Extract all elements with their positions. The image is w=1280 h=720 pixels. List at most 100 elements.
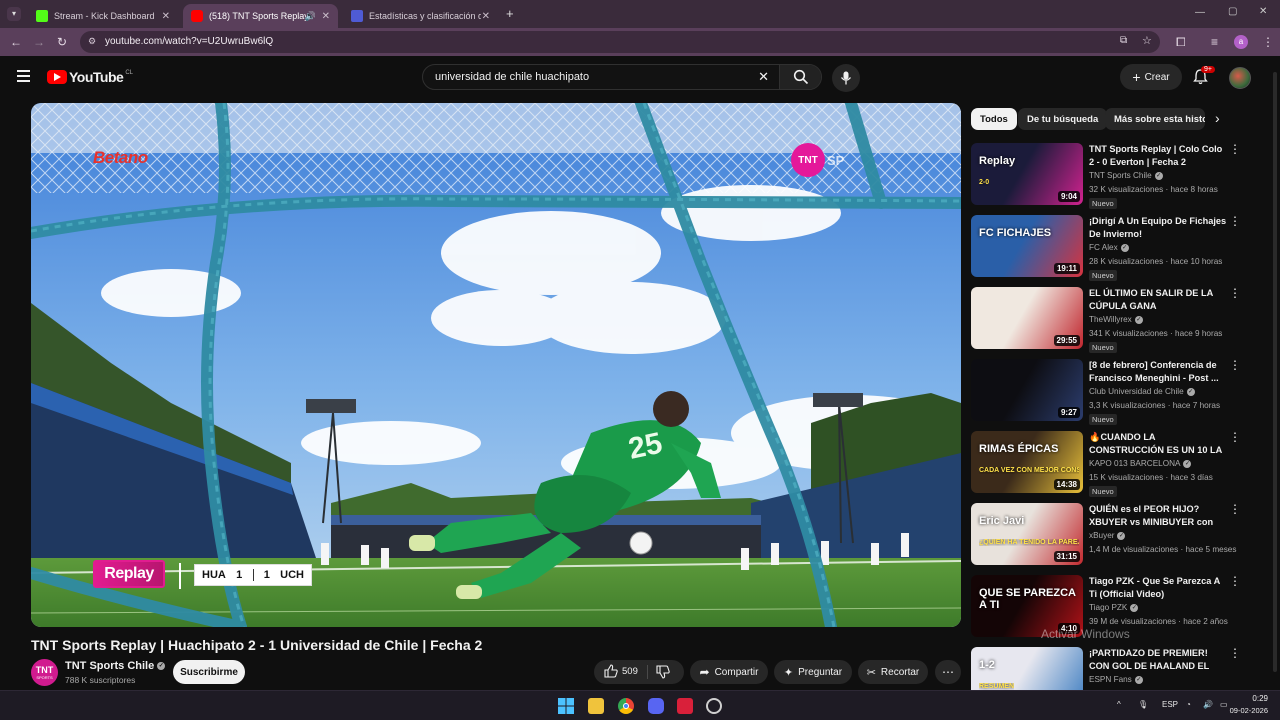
channel-avatar[interactable]: TNT SPORTS bbox=[31, 659, 58, 686]
video-thumbnail[interactable]: RIMAS ÉPICAS CADA VEZ CON MEJOR CONSTRUCC… bbox=[971, 431, 1083, 493]
chrome-icon[interactable] bbox=[618, 698, 634, 714]
subscribe-button[interactable]: Suscribirme bbox=[173, 660, 245, 684]
recommendation-channel[interactable]: ESPN Fans ✓ bbox=[1089, 675, 1143, 684]
like-button[interactable] bbox=[604, 664, 618, 681]
reload-icon[interactable]: ↻ bbox=[57, 35, 67, 49]
recommendation-title[interactable]: ¡PARTIDAZO DE PREMIER! CON GOL DE HAALAN… bbox=[1089, 647, 1229, 673]
site-info-icon[interactable]: ⚙ bbox=[88, 36, 96, 47]
bookmark-star-icon[interactable]: ☆ bbox=[1142, 34, 1152, 47]
extensions-icon[interactable]: ⧠ bbox=[1176, 35, 1186, 50]
clear-search-icon[interactable]: ✕ bbox=[758, 69, 769, 85]
maximize-icon[interactable]: ▢ bbox=[1228, 6, 1237, 17]
search-button[interactable] bbox=[779, 65, 821, 89]
url-text[interactable]: youtube.com/watch?v=U2UwruBw6lQ bbox=[105, 36, 273, 47]
tab-search-icon[interactable]: ▾ bbox=[7, 7, 21, 21]
wifi-icon[interactable]: ◔ bbox=[1186, 700, 1191, 709]
search-box[interactable]: universidad de chile huachipato ✕ bbox=[422, 64, 822, 90]
reading-list-icon[interactable]: ≡ bbox=[1211, 35, 1218, 49]
clock-time[interactable]: 0:29 bbox=[1226, 694, 1268, 703]
recommendation-title[interactable]: TNT Sports Replay | Colo Colo 2 - 0 Ever… bbox=[1089, 143, 1229, 169]
tab-close-icon[interactable]: ✕ bbox=[482, 11, 490, 22]
video-player[interactable]: 25 Betano TNT SP Replay HUA 1 1 UCH bbox=[31, 103, 961, 627]
hamburger-menu-icon[interactable] bbox=[17, 70, 30, 82]
tab-close-icon[interactable]: ✕ bbox=[162, 11, 170, 22]
recommendation-card[interactable]: Replay 2-0 9:04 TNT Sports Replay | Colo Co… bbox=[971, 143, 1241, 209]
recommendation-card[interactable]: Eric Javi ¿QUIÉN HA TENIDO LA PAREJA MÁS.… bbox=[971, 503, 1241, 569]
forward-arrow-icon[interactable]: → bbox=[33, 35, 45, 49]
recommendation-title[interactable]: EL ÚLTIMO EN SALIR DE LA CÚPULA GANA bbox=[1089, 287, 1229, 313]
browser-tab-youtube[interactable]: (518) TNT Sports Replay | H 🔊 ✕ bbox=[183, 4, 338, 28]
language-indicator[interactable]: ESP bbox=[1162, 700, 1178, 709]
recommendation-channel[interactable]: KAPO 013 BARCELONA ✓ bbox=[1089, 459, 1192, 468]
more-actions-button[interactable]: ⋯ bbox=[935, 660, 961, 684]
recommendation-title[interactable]: ¡Dirigí A Un Equipo De Fichajes De Invie… bbox=[1089, 215, 1229, 241]
minimize-icon[interactable]: — bbox=[1195, 7, 1205, 18]
recommendation-title[interactable]: QUIÉN es el PEOR HIJO? XBUYER vs MINIBUY… bbox=[1089, 503, 1229, 529]
video-thumbnail[interactable]: Eric Javi ¿QUIÉN HA TENIDO LA PAREJA MÁS.… bbox=[971, 503, 1083, 565]
browser-tab-stats[interactable]: Estadísticas y clasificación de F ✕ bbox=[343, 4, 498, 28]
ask-button[interactable]: ✦ Preguntar bbox=[774, 660, 852, 684]
recommendation-card[interactable]: 9:27 [8 de febrero] Conferencia de Franci… bbox=[971, 359, 1241, 425]
recommendation-card[interactable]: 29:55 EL ÚLTIMO EN SALIR DE LA CÚPULA GAN… bbox=[971, 287, 1241, 353]
window-close-icon[interactable]: ✕ bbox=[1259, 6, 1267, 17]
tab-close-icon[interactable]: ✕ bbox=[322, 11, 330, 22]
app-icon-circle[interactable] bbox=[706, 698, 722, 714]
volume-icon[interactable]: 🔊 bbox=[1203, 700, 1213, 709]
new-tab-plus-icon[interactable]: + bbox=[506, 6, 514, 21]
browser-menu-icon[interactable]: ⋮ bbox=[1262, 35, 1274, 49]
tray-mic-icon[interactable]: 🎙 bbox=[1138, 700, 1148, 709]
chip-all[interactable]: Todos bbox=[971, 108, 1017, 130]
video-thumbnail[interactable]: Replay 2-0 9:04 bbox=[971, 143, 1083, 205]
youtube-logo[interactable]: YouTube CL bbox=[47, 69, 133, 85]
more-options-icon[interactable]: ⋮ bbox=[1229, 647, 1241, 659]
more-options-icon[interactable]: ⋮ bbox=[1229, 503, 1241, 515]
more-options-icon[interactable]: ⋮ bbox=[1229, 575, 1241, 587]
discord-icon[interactable] bbox=[648, 698, 664, 714]
recommendation-channel[interactable]: xBuyer ✓ bbox=[1089, 531, 1126, 540]
clip-button[interactable]: ✂ Recortar bbox=[858, 660, 928, 684]
app-icon-red[interactable] bbox=[677, 698, 693, 714]
account-avatar[interactable] bbox=[1229, 67, 1251, 89]
start-button[interactable] bbox=[558, 698, 574, 714]
dislike-button[interactable] bbox=[656, 665, 670, 682]
recommendation-title[interactable]: 🔥CUANDO LA CONSTRUCCIÓN ES UN 10 LA ... bbox=[1089, 431, 1229, 457]
recommendation-title[interactable]: [8 de febrero] Conferencia de Francisco … bbox=[1089, 359, 1229, 385]
recommendation-channel[interactable]: FC Alex ✓ bbox=[1089, 243, 1129, 252]
recommendation-title[interactable]: Tiago PZK - Que Se Parezca A Ti (Officia… bbox=[1089, 575, 1229, 601]
tray-chevron-icon[interactable]: ^ bbox=[1117, 700, 1121, 709]
more-options-icon[interactable]: ⋮ bbox=[1229, 287, 1241, 299]
chip-more-story[interactable]: Más sobre esta histor bbox=[1105, 108, 1205, 130]
voice-search-button[interactable] bbox=[832, 64, 860, 92]
video-thumbnail[interactable]: FC FICHAJES 19:11 bbox=[971, 215, 1083, 277]
browser-tab-kick[interactable]: Stream - Kick Dashboard ✕ bbox=[28, 4, 178, 28]
recommendation-channel[interactable]: Tiago PZK ✓ bbox=[1089, 603, 1139, 612]
chip-from-search[interactable]: De tu búsqueda bbox=[1018, 108, 1108, 130]
video-duration: 19:11 bbox=[1053, 263, 1080, 274]
more-options-icon[interactable]: ⋮ bbox=[1229, 143, 1241, 155]
channel-name[interactable]: TNT Sports Chile ✓ bbox=[65, 660, 166, 672]
more-options-icon[interactable]: ⋮ bbox=[1229, 431, 1241, 443]
clock-date[interactable]: 09-02-2026 bbox=[1222, 706, 1268, 715]
recommendation-card[interactable]: FC FICHAJES 19:11 ¡Dirigí A Un Equipo De F… bbox=[971, 215, 1241, 281]
more-options-icon[interactable]: ⋮ bbox=[1229, 359, 1241, 371]
more-options-icon[interactable]: ⋮ bbox=[1229, 215, 1241, 227]
share-button[interactable]: ➦ Compartir bbox=[690, 660, 768, 684]
recommendation-channel[interactable]: TheWillyrex ✓ bbox=[1089, 315, 1143, 324]
install-app-icon[interactable]: ⧉ bbox=[1120, 35, 1127, 46]
recommendation-channel[interactable]: TNT Sports Chile ✓ bbox=[1089, 171, 1163, 180]
file-explorer-icon[interactable] bbox=[588, 698, 604, 714]
video-thumbnail[interactable]: 9:27 bbox=[971, 359, 1083, 421]
chips-next-arrow-icon[interactable]: › bbox=[1215, 110, 1220, 126]
profile-avatar[interactable]: a bbox=[1234, 35, 1248, 49]
address-bar[interactable]: ⚙ youtube.com/watch?v=U2UwruBw6lQ ⧉ ☆ bbox=[80, 31, 1160, 53]
notifications-button[interactable]: 9+ bbox=[1193, 66, 1215, 90]
search-input[interactable]: universidad de chile huachipato bbox=[435, 71, 589, 83]
recommendation-channel[interactable]: Club Universidad de Chile ✓ bbox=[1089, 387, 1195, 396]
audio-playing-icon[interactable]: 🔊 bbox=[305, 11, 316, 22]
page-scrollbar[interactable] bbox=[1272, 72, 1278, 682]
jersey-number: 25 bbox=[626, 427, 666, 466]
back-arrow-icon[interactable]: ← bbox=[10, 35, 22, 49]
video-thumbnail[interactable]: 29:55 bbox=[971, 287, 1083, 349]
create-button[interactable]: + Crear bbox=[1120, 64, 1182, 90]
recommendation-card[interactable]: RIMAS ÉPICAS CADA VEZ CON MEJOR CONSTRUCC… bbox=[971, 431, 1241, 497]
